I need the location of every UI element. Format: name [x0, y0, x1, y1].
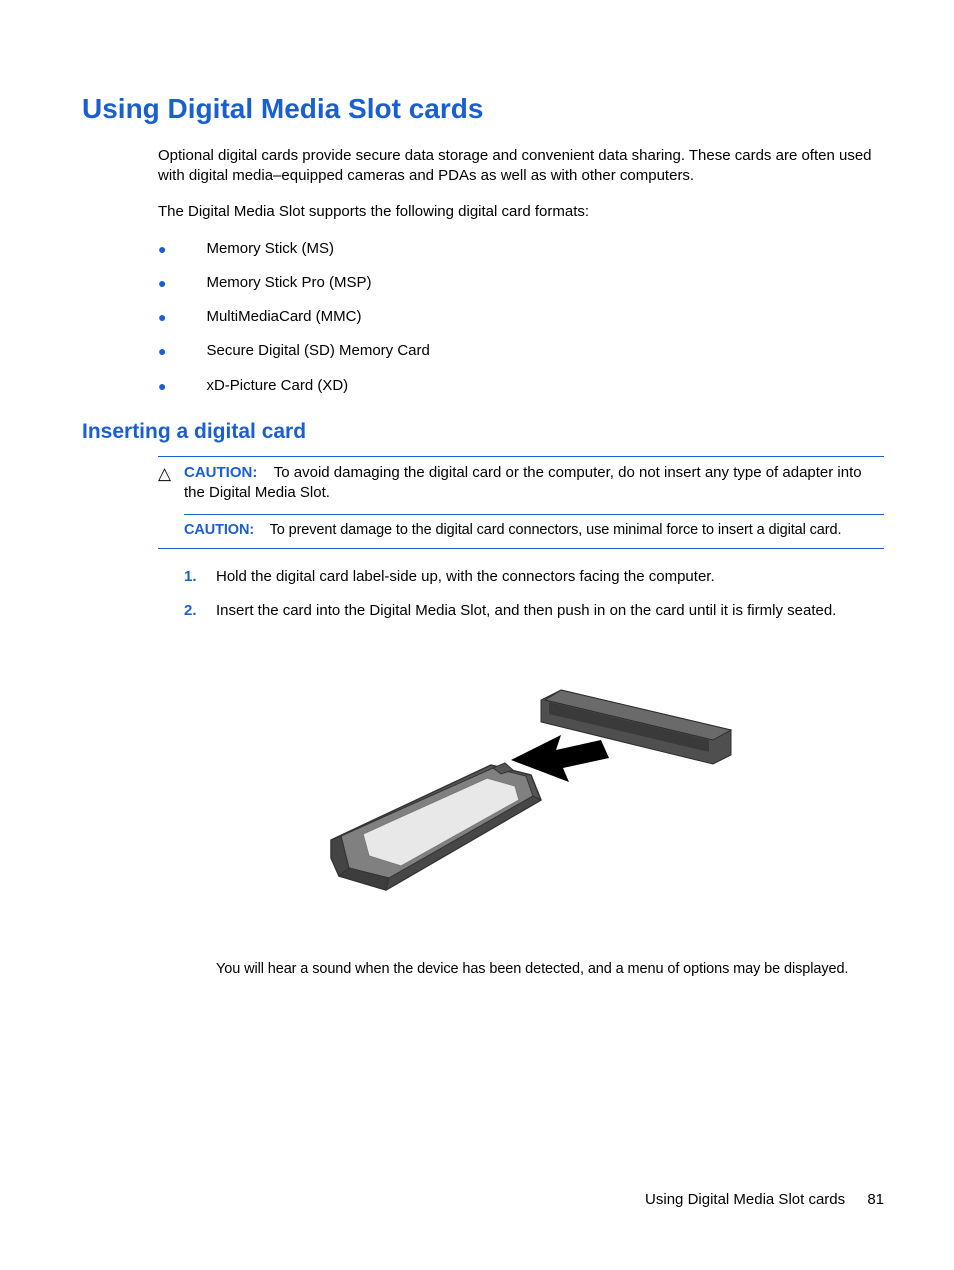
step-number: 1.: [184, 567, 216, 587]
supports-paragraph: The Digital Media Slot supports the foll…: [158, 202, 884, 222]
bullet-icon: ●: [158, 240, 166, 259]
step-text: Insert the card into the Digital Media S…: [216, 601, 836, 621]
caution-label: CAUTION:: [184, 522, 254, 538]
bullet-icon: ●: [158, 274, 166, 293]
bullet-icon: ●: [158, 342, 166, 361]
format-list: ● Memory Stick (MS) ● Memory Stick Pro (MS…: [158, 239, 884, 396]
after-image-note: You will hear a sound when the device ha…: [216, 960, 884, 980]
bullet-icon: ●: [158, 377, 166, 396]
footer-title: Using Digital Media Slot cards: [645, 1191, 845, 1208]
bullet-icon: ●: [158, 308, 166, 327]
page-footer: Using Digital Media Slot cards 81: [645, 1190, 884, 1210]
caution-text-2: To prevent damage to the digital card co…: [270, 522, 842, 538]
list-item: xD-Picture Card (XD): [206, 376, 348, 396]
section-subheading: Inserting a digital card: [82, 418, 884, 446]
list-item: Secure Digital (SD) Memory Card: [206, 341, 429, 361]
caution-box: △ CAUTION: To avoid damaging the digital…: [158, 456, 884, 549]
insert-card-illustration: [158, 650, 884, 936]
step-number: 2.: [184, 601, 216, 621]
steps-list: 1.Hold the digital card label-side up, w…: [184, 567, 884, 622]
list-item: Memory Stick Pro (MSP): [206, 273, 371, 293]
list-item: Memory Stick (MS): [206, 239, 334, 259]
page-title: Using Digital Media Slot cards: [82, 90, 884, 128]
list-item: MultiMediaCard (MMC): [206, 307, 361, 327]
caution-text-1: To avoid damaging the digital card or th…: [184, 464, 862, 501]
intro-paragraph: Optional digital cards provide secure da…: [158, 146, 884, 187]
caution-triangle-icon: △: [158, 463, 184, 482]
step-text: Hold the digital card label-side up, wit…: [216, 567, 715, 587]
footer-page-number: 81: [867, 1191, 884, 1208]
caution-label: CAUTION:: [184, 464, 257, 481]
